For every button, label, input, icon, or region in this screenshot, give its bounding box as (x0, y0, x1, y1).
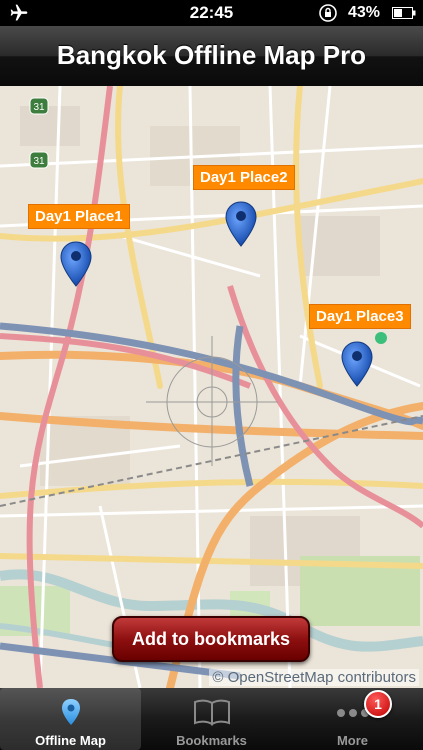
route-shield-label: 31 (33, 156, 45, 167)
map-attribution[interactable]: © OpenStreetMap contributors (209, 669, 419, 686)
route-shield-label: 31 (33, 102, 45, 113)
route-shield: 31 (29, 97, 49, 115)
tab-bar: Offline Map Bookmarks More (0, 688, 423, 750)
map-pin-icon[interactable] (223, 200, 259, 248)
map-pin-icon[interactable] (339, 340, 375, 388)
map-pin-icon[interactable] (58, 240, 94, 288)
tab-more[interactable]: More (282, 688, 423, 750)
battery-percent: 43% (348, 4, 381, 21)
place-label-1[interactable]: Day1 Place1 (28, 204, 130, 229)
tab-offline-map[interactable]: Offline Map (0, 688, 141, 750)
notification-badge: 1 (364, 690, 392, 718)
battery-icon (392, 7, 416, 19)
book-icon (193, 699, 230, 726)
tab-bookmarks[interactable]: Bookmarks (141, 688, 282, 750)
map-view[interactable]: 31 31 Day1 Place1 Day1 Place2 Day1 Place… (0, 86, 423, 688)
place-label-2[interactable]: Day1 Place2 (193, 165, 295, 190)
tab-label: Offline Map (35, 733, 106, 748)
status-bar: 22:45 43% (0, 0, 423, 26)
navigation-bar: Bangkok Offline Map Pro (0, 26, 423, 87)
route-shield: 31 (29, 151, 49, 169)
rotation-lock-icon (319, 4, 337, 22)
add-to-bookmarks-button[interactable]: Add to bookmarks (112, 616, 310, 662)
page-title: Bangkok Offline Map Pro (56, 40, 367, 70)
map-pin-icon (61, 699, 80, 725)
tab-label: Bookmarks (176, 733, 247, 748)
place-label-3[interactable]: Day1 Place3 (309, 304, 411, 329)
tab-label: More (336, 733, 369, 748)
